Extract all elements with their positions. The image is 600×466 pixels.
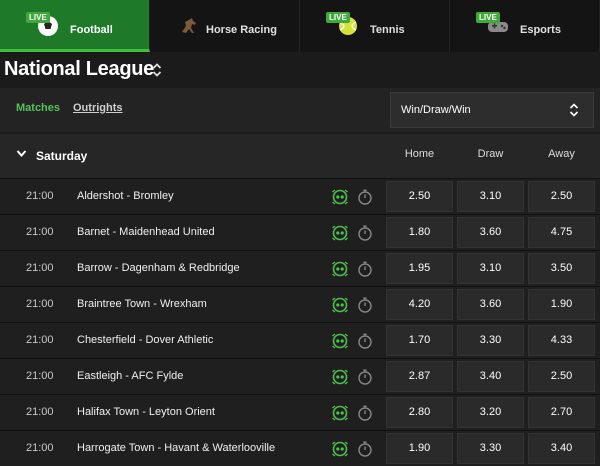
match-time: 21:00 [26, 406, 54, 418]
day-label: Saturday [36, 149, 88, 163]
stopwatch-icon [358, 333, 372, 349]
match-list: 21:00 Aldershot - Bromley 2.50 3.10 2.50… [0, 178, 600, 466]
stopwatch-icon [358, 189, 372, 205]
live-badge: LIVE [476, 12, 500, 23]
odds-home-button[interactable]: 4.20 [386, 289, 453, 320]
match-time: 21:00 [26, 298, 54, 310]
horse-racing-icon [182, 18, 196, 33]
tab-football-label: Football [70, 24, 113, 36]
tab-tennis-label: Tennis [370, 24, 405, 36]
tab-tennis[interactable]: LIVE Tennis [300, 0, 450, 52]
table-row[interactable]: 21:00 Harrogate Town - Havant & Waterloo… [0, 430, 600, 466]
live-stream-icon[interactable] [331, 404, 349, 422]
odds-draw-button[interactable]: 3.20 [457, 397, 524, 428]
stopwatch-icon [358, 369, 372, 385]
tab-esports[interactable]: LIVE Esports [450, 0, 600, 52]
live-stream-icon[interactable] [331, 368, 349, 386]
market-select-value: Win/Draw/Win [401, 104, 471, 116]
chevron-up-down-icon[interactable] [152, 62, 162, 78]
tab-outrights[interactable]: Outrights [73, 102, 123, 114]
odds-away-button[interactable]: 2.50 [528, 361, 595, 392]
odds-home-button[interactable]: 1.90 [386, 433, 453, 464]
chevron-up-down-icon [569, 103, 579, 117]
match-teams[interactable]: Harrogate Town - Havant & Waterlooville [77, 442, 275, 454]
odds-away-button[interactable]: 2.50 [528, 181, 595, 212]
match-teams[interactable]: Braintree Town - Wrexham [77, 298, 207, 310]
chevron-down-icon[interactable] [16, 148, 27, 159]
column-header-draw: Draw [477, 148, 504, 160]
live-stream-icon[interactable] [331, 296, 349, 314]
odds-draw-button[interactable]: 3.10 [457, 253, 524, 284]
stopwatch-icon [358, 297, 372, 313]
live-stream-icon[interactable] [331, 440, 349, 458]
stopwatch-icon [358, 405, 372, 421]
match-teams[interactable]: Barnet - Maidenhead United [77, 226, 215, 238]
match-time: 21:00 [26, 370, 54, 382]
odds-draw-button[interactable]: 3.60 [457, 289, 524, 320]
match-teams[interactable]: Chesterfield - Dover Athletic [77, 334, 213, 346]
match-time: 21:00 [26, 226, 54, 238]
match-teams[interactable]: Eastleigh - AFC Fylde [77, 370, 183, 382]
match-time: 21:00 [26, 334, 54, 346]
live-stream-icon[interactable] [331, 260, 349, 278]
market-select[interactable]: Win/Draw/Win [390, 92, 594, 128]
sport-tabs: LIVE Football Horse Racing LIVE Tennis L… [0, 0, 600, 52]
column-header-home: Home [404, 148, 435, 160]
odds-away-button[interactable]: 2.70 [528, 397, 595, 428]
odds-home-button[interactable]: 2.80 [386, 397, 453, 428]
live-stream-icon[interactable] [331, 188, 349, 206]
table-row[interactable]: 21:00 Braintree Town - Wrexham 4.20 3.60… [0, 286, 600, 322]
odds-away-button[interactable]: 4.75 [528, 217, 595, 248]
tab-esports-label: Esports [520, 24, 561, 36]
odds-draw-button[interactable]: 3.10 [457, 181, 524, 212]
odds-away-button[interactable]: 4.33 [528, 325, 595, 356]
tab-football[interactable]: LIVE Football [0, 0, 150, 52]
odds-home-button[interactable]: 2.87 [386, 361, 453, 392]
live-badge: LIVE [26, 12, 50, 23]
column-header-away: Away [548, 148, 575, 160]
match-time: 21:00 [26, 262, 54, 274]
match-teams[interactable]: Halifax Town - Leyton Orient [77, 406, 215, 418]
live-stream-icon[interactable] [331, 224, 349, 242]
odds-draw-button[interactable]: 3.60 [457, 217, 524, 248]
table-row[interactable]: 21:00 Aldershot - Bromley 2.50 3.10 2.50 [0, 178, 600, 214]
odds-draw-button[interactable]: 3.30 [457, 433, 524, 464]
tab-horse-racing[interactable]: Horse Racing [150, 0, 300, 52]
stopwatch-icon [358, 261, 372, 277]
table-row[interactable]: 21:00 Halifax Town - Leyton Orient 2.80 … [0, 394, 600, 430]
odds-home-button[interactable]: 1.80 [386, 217, 453, 248]
live-stream-icon[interactable] [331, 332, 349, 350]
page-title: National League [4, 58, 154, 80]
odds-away-button[interactable]: 3.40 [528, 433, 595, 464]
table-row[interactable]: 21:00 Chesterfield - Dover Athletic 1.70… [0, 322, 600, 358]
stopwatch-icon [358, 441, 372, 457]
odds-home-button[interactable]: 1.70 [386, 325, 453, 356]
odds-away-button[interactable]: 1.90 [528, 289, 595, 320]
table-row[interactable]: 21:00 Eastleigh - AFC Fylde 2.87 3.40 2.… [0, 358, 600, 394]
table-row[interactable]: 21:00 Barnet - Maidenhead United 1.80 3.… [0, 214, 600, 250]
match-time: 21:00 [26, 190, 54, 202]
live-badge: LIVE [326, 12, 350, 23]
match-teams[interactable]: Aldershot - Bromley [77, 190, 174, 202]
stopwatch-icon [358, 225, 372, 241]
odds-away-button[interactable]: 3.50 [528, 253, 595, 284]
tab-matches[interactable]: Matches [16, 102, 60, 114]
odds-draw-button[interactable]: 3.40 [457, 361, 524, 392]
odds-draw-button[interactable]: 3.30 [457, 325, 524, 356]
tab-horse-racing-label: Horse Racing [206, 24, 277, 36]
table-row[interactable]: 21:00 Barrow - Dagenham & Redbridge 1.95… [0, 250, 600, 286]
match-teams[interactable]: Barrow - Dagenham & Redbridge [77, 262, 240, 274]
match-time: 21:00 [26, 442, 54, 454]
odds-home-button[interactable]: 1.95 [386, 253, 453, 284]
odds-home-button[interactable]: 2.50 [386, 181, 453, 212]
